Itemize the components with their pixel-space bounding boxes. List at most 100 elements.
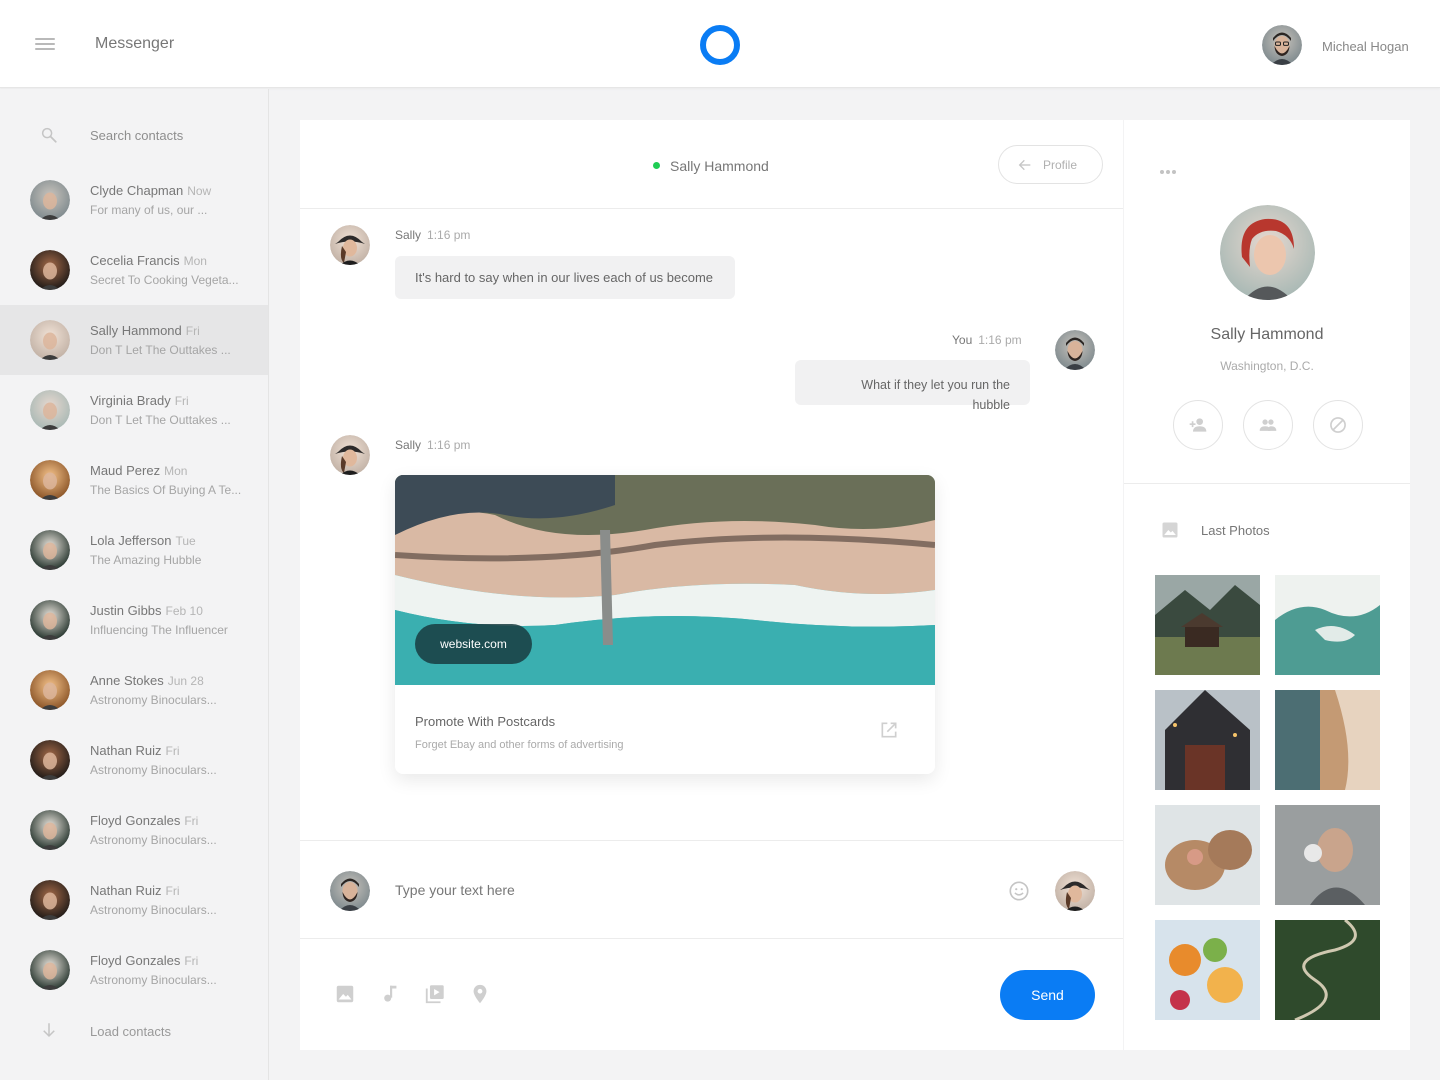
photo-thumbnail[interactable] <box>1155 805 1260 905</box>
message-sender: Sally <box>395 228 422 242</box>
contact-preview: Astronomy Binoculars... <box>90 973 217 987</box>
contact-item[interactable]: Nathan Ruiz Fri Astronomy Binoculars... <box>0 865 268 935</box>
last-photos-label: Last Photos <box>1201 523 1270 538</box>
contact-preview: Astronomy Binoculars... <box>90 693 217 707</box>
search-input[interactable] <box>90 125 250 145</box>
chat-contact-name: Sally Hammond <box>670 158 769 174</box>
contact-preview: Influencing The Influencer <box>90 623 228 637</box>
message-meta: You 1:16 pm <box>952 333 1022 347</box>
menu-icon[interactable] <box>35 38 55 52</box>
contact-name-row: Cecelia Francis Mon <box>90 253 207 268</box>
contact-name: Cecelia Francis <box>90 253 180 268</box>
profile-button-label: Profile <box>1043 158 1078 172</box>
link-preview-card[interactable]: website.com Promote With Postcards Forge… <box>395 475 935 774</box>
contact-avatar <box>30 460 70 500</box>
contact-item[interactable]: Virginia Brady Fri Don T Let The Outtakes … <box>0 375 268 445</box>
contact-name: Anne Stokes <box>90 673 164 688</box>
contact-avatar <box>30 740 70 780</box>
photo-thumbnail[interactable] <box>1275 805 1380 905</box>
contact-preview: The Amazing Hubble <box>90 553 202 567</box>
contact-name: Lola Jefferson <box>90 533 172 548</box>
contact-item[interactable]: Sally Hammond Fri Don T Let The Outtakes .… <box>0 305 268 375</box>
message-meta: Sally 1:16 pm <box>395 438 470 452</box>
message-meta: Sally 1:16 pm <box>395 228 470 242</box>
message-input[interactable] <box>395 879 955 901</box>
contact-name-row: Floyd Gonzales Fri <box>90 813 198 828</box>
contact-item[interactable]: Cecelia Francis Mon Secret To Cooking Vege… <box>0 235 268 305</box>
photo-thumbnail[interactable] <box>1275 690 1380 790</box>
contact-time: Jun 28 <box>167 674 204 688</box>
contact-name-row: Clyde Chapman Now <box>90 183 211 198</box>
contact-item[interactable]: Floyd Gonzales Fri Astronomy Binoculars... <box>0 935 268 1005</box>
contact-name-row: Justin Gibbs Feb 10 <box>90 603 203 618</box>
contact-time: Fri <box>185 324 200 338</box>
contact-name: Floyd Gonzales <box>90 813 181 828</box>
music-icon[interactable] <box>379 983 401 1005</box>
contact-time: Tue <box>175 534 196 548</box>
contact-time: Mon <box>183 254 207 268</box>
contact-preview: Astronomy Binoculars... <box>90 833 217 847</box>
contact-avatar <box>30 180 70 220</box>
divider <box>1124 483 1410 484</box>
profile-avatar <box>1220 205 1315 300</box>
link-domain-chip[interactable]: website.com <box>415 624 532 664</box>
photo-thumbnail[interactable] <box>1155 920 1260 1020</box>
app-title: Messenger <box>95 35 175 52</box>
message-text-line: hubble <box>972 398 1010 412</box>
arrow-down-icon <box>43 1023 55 1038</box>
block-button[interactable] <box>1313 400 1363 450</box>
user-name[interactable]: Micheal Hogan <box>1322 39 1409 54</box>
profile-button[interactable]: Profile <box>998 145 1103 184</box>
contact-item[interactable]: Clyde Chapman Now For many of us, our ... <box>0 165 268 235</box>
photo-thumbnail[interactable] <box>1155 575 1260 675</box>
image-icon[interactable] <box>334 983 356 1005</box>
group-button[interactable] <box>1243 400 1293 450</box>
message-time: 1:16 pm <box>427 438 471 452</box>
contact-list: Clyde Chapman Now For many of us, our ... C… <box>0 165 268 1005</box>
contact-preview: The Basics Of Buying A Te... <box>90 483 242 497</box>
contact-preview: Astronomy Binoculars... <box>90 903 217 917</box>
my-avatar <box>330 871 370 911</box>
contact-avatar <box>30 530 70 570</box>
contact-avatar <box>30 600 70 640</box>
contact-item[interactable]: Lola Jefferson Tue The Amazing Hubble <box>0 515 268 585</box>
contact-item[interactable]: Floyd Gonzales Fri Astronomy Binoculars... <box>0 795 268 865</box>
contact-time: Mon <box>164 464 188 478</box>
message-sender: You <box>952 333 973 347</box>
my-avatar[interactable] <box>1055 330 1095 370</box>
contact-time: Fri <box>184 954 199 968</box>
add-contact-button[interactable] <box>1173 400 1223 450</box>
emoji-icon[interactable] <box>1008 880 1030 902</box>
contact-item[interactable]: Justin Gibbs Feb 10 Influencing The Influe… <box>0 585 268 655</box>
online-status-dot <box>653 162 660 169</box>
contact-name-row: Sally Hammond Fri <box>90 323 200 338</box>
contact-name-row: Floyd Gonzales Fri <box>90 953 198 968</box>
message-bubble: What if they let you run the hubble <box>795 360 1030 412</box>
message-bubble: It's hard to say when in our lives each … <box>395 256 735 299</box>
load-contacts-button[interactable]: Load contacts <box>0 1017 268 1047</box>
more-options-icon[interactable] <box>1160 161 1180 174</box>
photo-thumbnail[interactable] <box>1275 920 1380 1020</box>
person-add-icon <box>1189 418 1207 432</box>
link-title: Promote With Postcards <box>415 714 556 729</box>
contact-avatar <box>30 320 70 360</box>
external-link-icon[interactable] <box>879 720 899 740</box>
send-button[interactable]: Send <box>1000 970 1095 1020</box>
sender-avatar[interactable] <box>330 225 370 265</box>
location-pin-icon[interactable] <box>469 983 491 1005</box>
photo-thumbnail[interactable] <box>1275 575 1380 675</box>
contact-item[interactable]: Maud Perez Mon The Basics Of Buying A Te..… <box>0 445 268 515</box>
sender-avatar[interactable] <box>330 435 370 475</box>
video-library-icon[interactable] <box>424 983 446 1005</box>
contact-time: Fri <box>165 884 180 898</box>
contact-name: Nathan Ruiz <box>90 883 162 898</box>
recipient-avatar[interactable] <box>1055 871 1095 911</box>
profile-location: Washington, D.C. <box>1220 359 1314 373</box>
photo-thumbnail[interactable] <box>1155 690 1260 790</box>
contact-item[interactable]: Anne Stokes Jun 28 Astronomy Binoculars... <box>0 655 268 725</box>
message-time: 1:16 pm <box>978 333 1022 347</box>
contact-avatar <box>30 670 70 710</box>
contact-item[interactable]: Nathan Ruiz Fri Astronomy Binoculars... <box>0 725 268 795</box>
user-avatar[interactable] <box>1262 25 1302 65</box>
arrow-left-icon <box>1018 159 1031 171</box>
